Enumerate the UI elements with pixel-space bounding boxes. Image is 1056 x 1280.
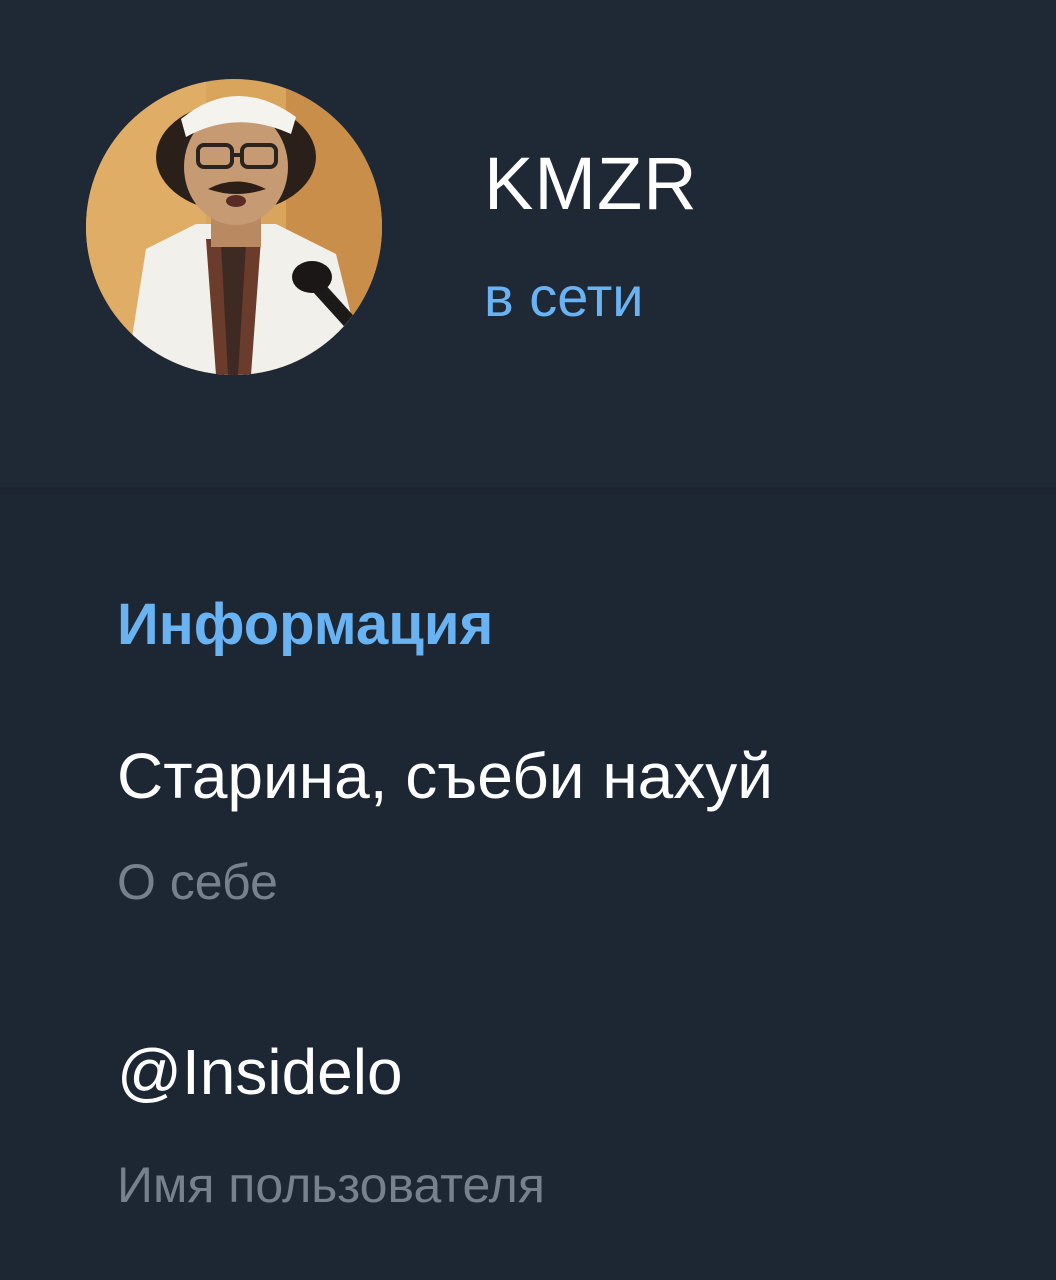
profile-name: KMZR bbox=[484, 142, 698, 225]
bio-value[interactable]: Старина, съеби нахуй bbox=[117, 738, 773, 814]
username-label: Имя пользователя bbox=[117, 1157, 545, 1213]
info-section-title: Информация bbox=[117, 592, 494, 657]
online-status: в сети bbox=[484, 265, 644, 328]
avatar-photo bbox=[86, 79, 382, 375]
profile-header: KMZR в сети bbox=[0, 0, 1056, 487]
username-value[interactable]: @Insidelo bbox=[117, 1034, 403, 1110]
section-divider bbox=[0, 487, 1056, 495]
profile-avatar[interactable] bbox=[86, 79, 382, 375]
bio-label: О себе bbox=[117, 854, 278, 910]
